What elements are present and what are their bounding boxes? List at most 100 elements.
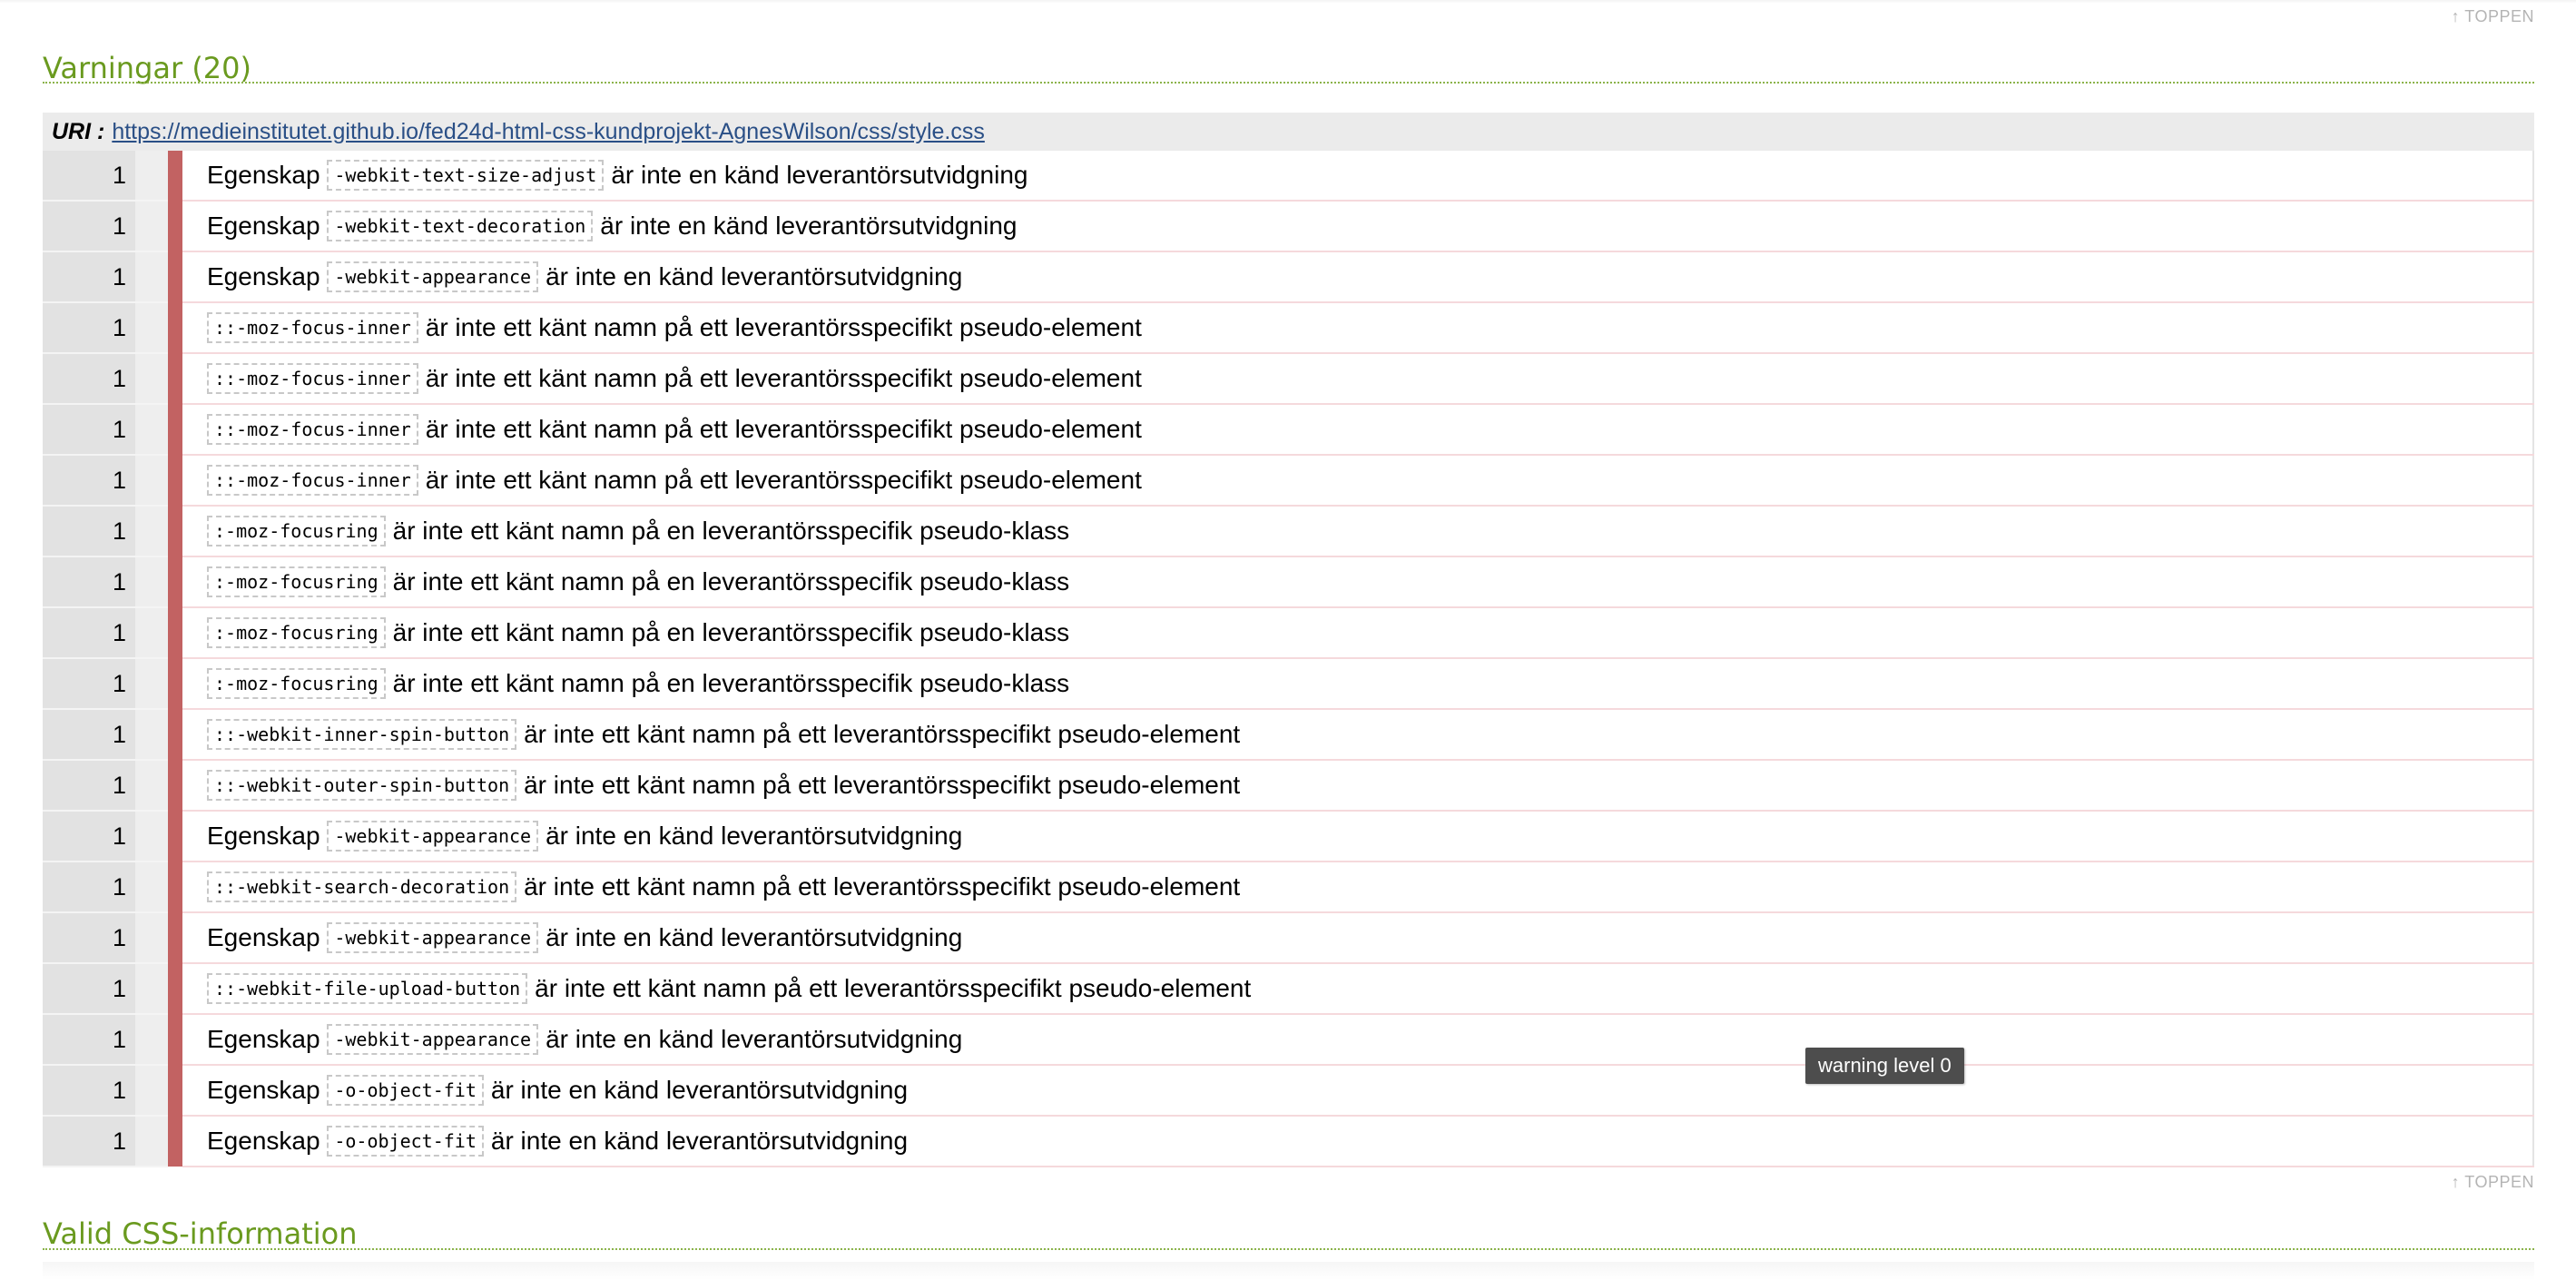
warning-row: 1 Egenskap -o-object-fit är inte en känd l…: [43, 1116, 2534, 1167]
back-to-top-link-bottom[interactable]: ↑ TOPPEN: [2452, 1173, 2534, 1192]
warning-message: :-moz-focusring är inte ett känt namn på …: [182, 506, 2534, 557]
css-token: ::-webkit-outer-spin-button: [207, 770, 517, 801]
message-text: är inte en känd leverantörsutvidgning: [546, 923, 963, 951]
message-text: är inte ett känt namn på en leverantörss…: [392, 567, 1070, 596]
message-prefix: Egenskap: [207, 212, 320, 240]
line-number: 1: [43, 709, 135, 761]
warning-message: :-moz-focusring är inte ett känt namn på …: [182, 658, 2534, 710]
warning-level-marker[interactable]: [168, 760, 182, 811]
uri-link[interactable]: https://medieinstitutet.github.io/fed24d…: [112, 119, 985, 145]
bottom-fade: [43, 1262, 2534, 1280]
warning-row: 1::-webkit-inner-spin-button är inte ett …: [43, 709, 2534, 761]
warning-level-marker[interactable]: [168, 709, 182, 760]
message-text: är inte en känd leverantörsutvidgning: [490, 1076, 909, 1104]
warning-level-marker[interactable]: [168, 912, 182, 963]
warning-level-marker[interactable]: [168, 556, 182, 607]
warning-message: :-moz-focusring är inte ett känt namn på …: [182, 556, 2534, 608]
message-text: är inte en känd leverantörsutvidgning: [546, 1025, 963, 1053]
line-number: 1: [43, 811, 135, 862]
message-prefix: Egenskap: [207, 923, 320, 951]
css-token: :-moz-focusring: [207, 516, 386, 546]
context-cell: [135, 607, 168, 659]
warning-level-marker[interactable]: [168, 1014, 182, 1065]
context-cell: [135, 811, 168, 862]
warning-row: 1::-moz-focus-inner är inte ett känt namn…: [43, 404, 2534, 456]
line-number: 1: [43, 1116, 135, 1167]
context-cell: [135, 658, 168, 710]
message-prefix: Egenskap: [207, 1025, 320, 1053]
context-cell: [135, 963, 168, 1015]
context-cell: [135, 404, 168, 456]
message-text: är inte ett känt namn på ett leverantörs…: [524, 720, 1241, 748]
css-token: :-moz-focusring: [207, 617, 386, 648]
warning-level-marker[interactable]: [168, 607, 182, 658]
css-token: -webkit-text-decoration: [327, 211, 594, 241]
message-text: är inte en känd leverantörsutvidgning: [546, 822, 963, 850]
warning-row: 1::-moz-focus-inner är inte ett känt namn…: [43, 302, 2534, 354]
line-number: 1: [43, 404, 135, 456]
valid-css-heading: Valid CSS-information: [43, 1216, 358, 1251]
warning-level-marker[interactable]: [168, 862, 182, 912]
warning-level-marker[interactable]: [168, 1065, 182, 1116]
warning-level-marker[interactable]: [168, 506, 182, 556]
warnings-table: 1 Egenskap -webkit-text-size-adjust är int…: [43, 151, 2534, 1167]
line-number: 1: [43, 1065, 135, 1117]
line-number: 1: [43, 607, 135, 659]
message-text: är inte ett känt namn på en leverantörss…: [392, 517, 1070, 545]
warning-message: ::-webkit-search-decoration är inte ett k…: [182, 862, 2534, 913]
css-token: ::-webkit-search-decoration: [207, 871, 517, 902]
warning-level-marker[interactable]: [168, 302, 182, 353]
warning-row: 1:-moz-focusring är inte ett känt namn på…: [43, 506, 2534, 557]
css-token: ::-moz-focus-inner: [207, 363, 418, 394]
message-text: är inte ett känt namn på ett leverantörs…: [425, 364, 1142, 392]
warning-level-marker[interactable]: [168, 658, 182, 709]
message-text: är inte ett känt namn på ett leverantörs…: [425, 415, 1142, 443]
warning-message: ::-webkit-outer-spin-button är inte ett k…: [182, 760, 2534, 812]
message-text: är inte ett känt namn på en leverantörss…: [392, 618, 1070, 646]
css-token: ::-moz-focus-inner: [207, 312, 418, 343]
warning-level-marker[interactable]: [168, 353, 182, 404]
warning-message: ::-moz-focus-inner är inte ett känt namn …: [182, 353, 2534, 405]
warning-row: 1::-moz-focus-inner är inte ett känt namn…: [43, 455, 2534, 507]
warning-message: ::-moz-focus-inner är inte ett känt namn …: [182, 302, 2534, 354]
warning-level-marker[interactable]: [168, 404, 182, 455]
warning-level-marker[interactable]: [168, 963, 182, 1014]
warning-level-marker[interactable]: [168, 251, 182, 302]
warning-row: 1 Egenskap -o-object-fit är inte en känd l…: [43, 1065, 2534, 1117]
warning-row: 1 Egenskap -webkit-appearance är inte en k…: [43, 912, 2534, 964]
message-text: är inte ett känt namn på ett leverantörs…: [524, 872, 1241, 901]
context-cell: [135, 1065, 168, 1117]
warning-row: 1 Egenskap -webkit-appearance är inte en k…: [43, 1014, 2534, 1066]
message-text: är inte ett känt namn på en leverantörss…: [392, 669, 1070, 697]
message-prefix: Egenskap: [207, 161, 320, 189]
back-to-top-link[interactable]: ↑ TOPPEN: [2452, 7, 2534, 26]
warning-row: 1 Egenskap -webkit-appearance är inte en k…: [43, 251, 2534, 303]
message-text: är inte ett känt namn på ett leverantörs…: [425, 313, 1142, 341]
warning-level-marker[interactable]: [168, 201, 182, 251]
warning-message: Egenskap -o-object-fit är inte en känd le…: [182, 1065, 2534, 1117]
warning-level-marker[interactable]: [168, 811, 182, 862]
line-number: 1: [43, 760, 135, 812]
css-token: -o-object-fit: [327, 1126, 484, 1157]
context-cell: [135, 912, 168, 964]
warning-message: ::-moz-focus-inner är inte ett känt namn …: [182, 455, 2534, 507]
warning-level-marker[interactable]: [168, 1116, 182, 1167]
warning-row: 1:-moz-focusring är inte ett känt namn på…: [43, 658, 2534, 710]
css-token: ::-moz-focus-inner: [207, 465, 418, 496]
context-cell: [135, 353, 168, 405]
warning-level-marker[interactable]: [168, 455, 182, 506]
message-prefix: Egenskap: [207, 1127, 320, 1155]
message-text: är inte en känd leverantörsutvidgning: [600, 212, 1018, 240]
message-text: är inte en känd leverantörsutvidgning: [546, 262, 963, 290]
context-cell: [135, 556, 168, 608]
warning-row: 1::-webkit-file-upload-button är inte ett…: [43, 963, 2534, 1015]
line-number: 1: [43, 912, 135, 964]
context-cell: [135, 760, 168, 812]
context-cell: [135, 709, 168, 761]
message-text: är inte en känd leverantörsutvidgning: [490, 1127, 909, 1155]
context-cell: [135, 1014, 168, 1066]
warning-level-marker[interactable]: [168, 151, 182, 201]
warning-message: Egenskap -webkit-appearance är inte en kä…: [182, 251, 2534, 303]
warning-row: 1 Egenskap -webkit-text-decoration är inte…: [43, 201, 2534, 252]
context-cell: [135, 302, 168, 354]
